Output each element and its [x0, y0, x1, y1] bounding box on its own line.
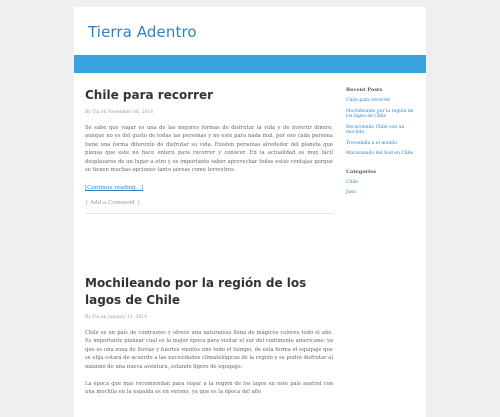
recent-post-link[interactable]: Recorriendo Chile con un mochila: [346, 125, 418, 136]
post: Mochileando por la región de los lagos d…: [85, 275, 333, 397]
sidebar: Recent Posts Chile para recorrer Mochile…: [346, 87, 418, 196]
recent-post-link[interactable]: Chile para recorrer: [346, 98, 418, 104]
post-meta: By Tia on January 11, 2014: [85, 315, 148, 320]
site-title[interactable]: Tierra Adentro: [88, 23, 197, 41]
post-excerpt: Se sabe que viajar es una de las mejores…: [85, 125, 333, 174]
post-excerpt: Chile es un país de contrastes y ofrece …: [85, 330, 333, 370]
post-title[interactable]: Mochileando por la región de los lagos d…: [85, 275, 333, 309]
category-link[interactable]: Chile: [346, 180, 418, 186]
read-more-link[interactable]: [Continue reading...]: [85, 185, 143, 191]
recent-post-link[interactable]: Trecemilla a el mundo: [346, 141, 418, 147]
post-excerpt-continued: La época que más recomiendan para viajar…: [85, 381, 333, 396]
page-container: Tierra Adentro Chile para recorrer By Ti…: [74, 7, 426, 417]
category-link[interactable]: Juez: [346, 190, 418, 196]
post-divider: [85, 213, 333, 215]
recent-posts-heading: Recent Posts: [346, 87, 383, 93]
post-meta: By Tia on November 06, 2014: [85, 110, 154, 115]
add-comment-link[interactable]: { Add a Comment }: [85, 200, 333, 206]
navigation-bar: [74, 55, 426, 73]
post: Chile para recorrer By Tia on November 0…: [85, 87, 333, 215]
recent-post-link[interactable]: Mochileando por la región de los lagos d…: [346, 109, 418, 120]
post-title[interactable]: Chile para recorrer: [85, 87, 333, 104]
categories-heading: Categories: [346, 168, 377, 175]
recent-post-link[interactable]: Maravsando del Sud en Chile: [346, 151, 418, 157]
